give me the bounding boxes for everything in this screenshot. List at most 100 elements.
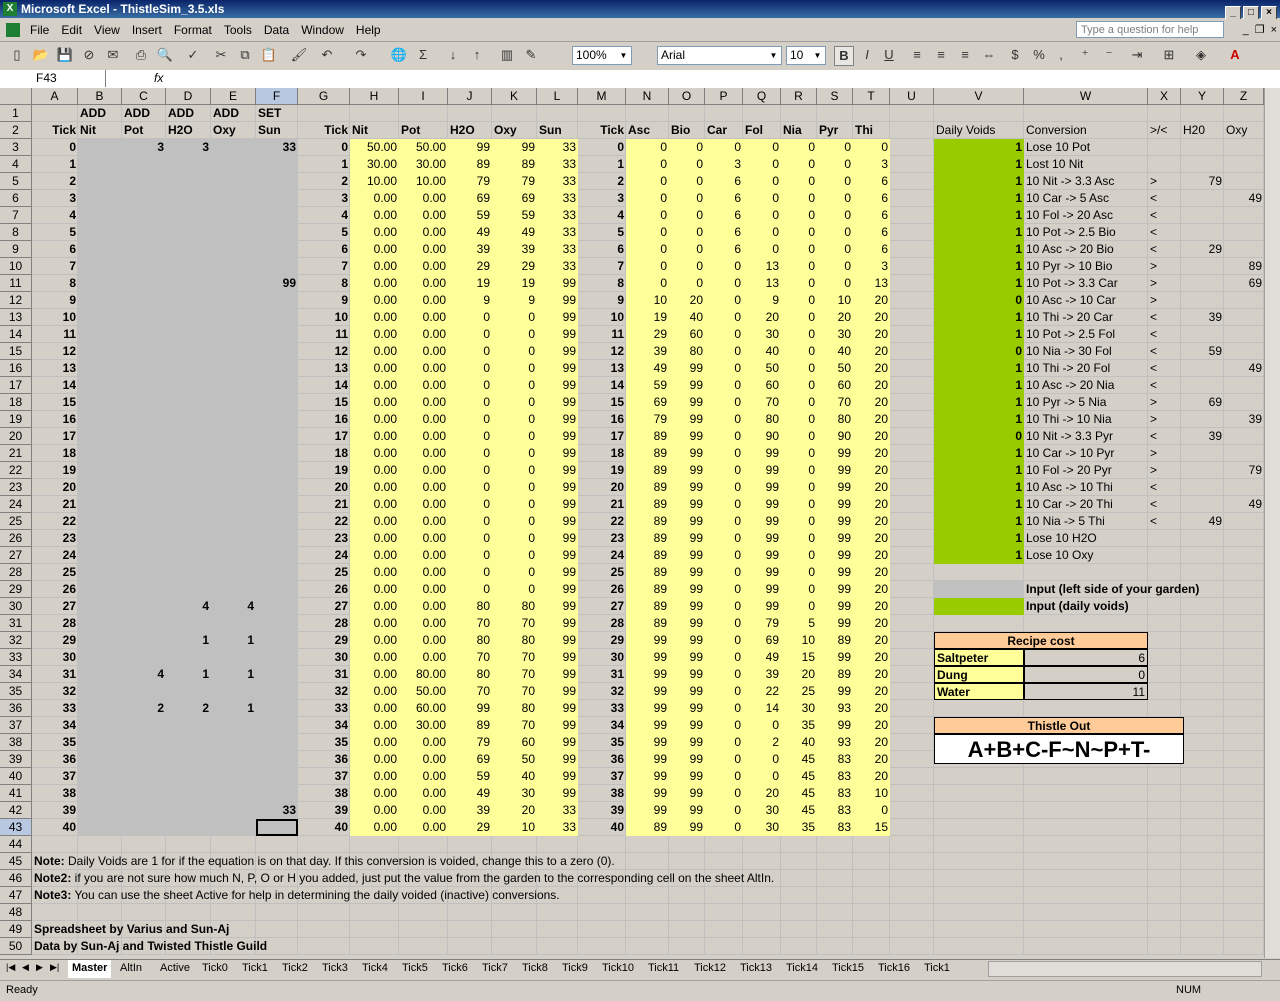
tick-cell[interactable]: 34	[298, 717, 350, 734]
tick-cell[interactable]: 36	[578, 751, 626, 768]
calc-cell[interactable]: 99	[817, 581, 853, 598]
sheet-tab-tick12[interactable]: Tick12	[690, 960, 730, 976]
calc-cell[interactable]: 20	[853, 717, 890, 734]
calc-cell[interactable]: 0	[705, 275, 743, 292]
calc-cell[interactable]: 0	[705, 139, 743, 156]
calc-cell[interactable]: 0	[743, 751, 781, 768]
column-header-b[interactable]: B	[78, 88, 122, 105]
input-cell[interactable]	[256, 649, 298, 666]
calc-cell[interactable]: 0.00	[399, 377, 448, 394]
calc-cell[interactable]: 80.00	[399, 666, 448, 683]
calc-cell[interactable]: 0	[781, 241, 817, 258]
tick-cell[interactable]: 18	[32, 445, 78, 462]
calc-cell[interactable]: 0	[492, 411, 537, 428]
tick-cell[interactable]: 4	[32, 207, 78, 224]
tick-cell[interactable]: 37	[32, 768, 78, 785]
tick-cell[interactable]: 30	[32, 649, 78, 666]
calc-cell[interactable]: 0.00	[350, 326, 399, 343]
save-icon[interactable]: 💾	[56, 46, 74, 64]
calc-cell[interactable]: 5	[781, 615, 817, 632]
input-cell[interactable]: 33	[256, 139, 298, 156]
row-header[interactable]: 23	[0, 479, 32, 496]
input-cell[interactable]	[166, 343, 211, 360]
input-cell[interactable]	[166, 258, 211, 275]
input-cell[interactable]	[256, 530, 298, 547]
compare-cell[interactable]: <	[1148, 377, 1181, 394]
tick-cell[interactable]: 19	[32, 462, 78, 479]
calc-cell[interactable]: 20	[853, 632, 890, 649]
calc-cell[interactable]: 0.00	[350, 445, 399, 462]
calc-cell[interactable]: 0.00	[350, 819, 399, 836]
tick-cell[interactable]: 10	[32, 309, 78, 326]
input-cell[interactable]	[122, 496, 166, 513]
tick-cell[interactable]: 22	[32, 513, 78, 530]
calc-cell[interactable]: 0	[705, 343, 743, 360]
compare-cell[interactable]: >	[1148, 394, 1181, 411]
tick-cell[interactable]: 6	[578, 241, 626, 258]
row-header[interactable]: 3	[0, 139, 32, 156]
align-right-icon[interactable]: ≡	[956, 46, 974, 64]
input-cell[interactable]	[78, 394, 122, 411]
calc-cell[interactable]: 0	[492, 462, 537, 479]
calc-cell[interactable]: 0	[705, 632, 743, 649]
input-cell[interactable]	[122, 717, 166, 734]
calc-cell[interactable]: 80	[492, 700, 537, 717]
row-header[interactable]: 33	[0, 649, 32, 666]
calc-cell[interactable]: 6	[853, 173, 890, 190]
calc-cell[interactable]: 50.00	[399, 683, 448, 700]
calc-cell[interactable]: 20	[781, 666, 817, 683]
calc-cell[interactable]: 99	[669, 496, 705, 513]
calc-cell[interactable]: 0	[448, 360, 492, 377]
calc-cell[interactable]: 0	[781, 156, 817, 173]
calc-cell[interactable]: 30.00	[399, 717, 448, 734]
calc-cell[interactable]: 0.00	[399, 785, 448, 802]
conversion-cell[interactable]: 10 Nia -> 5 Thi	[1024, 513, 1148, 530]
row-header[interactable]: 41	[0, 785, 32, 802]
calc-cell[interactable]: 6	[853, 224, 890, 241]
currency-button[interactable]: $	[1006, 46, 1024, 64]
input-cell[interactable]	[78, 717, 122, 734]
input-cell[interactable]	[256, 632, 298, 649]
calc-cell[interactable]: 20	[853, 615, 890, 632]
row-header[interactable]: 39	[0, 751, 32, 768]
input-cell[interactable]	[211, 241, 256, 258]
calc-cell[interactable]: 99	[626, 632, 669, 649]
tick-cell[interactable]: 27	[32, 598, 78, 615]
calc-cell[interactable]: 70	[492, 717, 537, 734]
calc-cell[interactable]: 99	[743, 445, 781, 462]
input-cell[interactable]	[78, 581, 122, 598]
input-cell[interactable]	[166, 615, 211, 632]
sheet-tab-tick8[interactable]: Tick8	[518, 960, 552, 976]
calc-cell[interactable]: 99	[537, 343, 578, 360]
h2o-threshold-cell[interactable]: 59	[1181, 343, 1224, 360]
calc-cell[interactable]: 80	[743, 411, 781, 428]
input-cell[interactable]	[211, 309, 256, 326]
input-cell[interactable]: 1	[211, 700, 256, 717]
next-sheet-icon[interactable]: ▶	[36, 962, 43, 973]
calc-cell[interactable]: 0	[705, 598, 743, 615]
compare-cell[interactable]: <	[1148, 190, 1181, 207]
input-cell[interactable]: 4	[122, 666, 166, 683]
tick-cell[interactable]: 40	[298, 819, 350, 836]
calc-cell[interactable]: 0	[705, 496, 743, 513]
daily-void-cell[interactable]: 1	[934, 224, 1024, 241]
tick-cell[interactable]: 32	[298, 683, 350, 700]
column-header-o[interactable]: O	[669, 88, 705, 105]
conversion-cell[interactable]: 10 Asc -> 10 Car	[1024, 292, 1148, 309]
tick-cell[interactable]: 28	[298, 615, 350, 632]
calc-cell[interactable]: 99	[537, 598, 578, 615]
calc-cell[interactable]: 20	[853, 326, 890, 343]
conversion-cell[interactable]: 10 Pot -> 2.5 Fol	[1024, 326, 1148, 343]
calc-cell[interactable]: 99	[537, 479, 578, 496]
column-header-f[interactable]: F	[256, 88, 298, 105]
calc-cell[interactable]: 0	[743, 241, 781, 258]
tick-cell[interactable]: 22	[578, 513, 626, 530]
conversion-cell[interactable]: Lose 10 Pot	[1024, 139, 1148, 156]
input-cell[interactable]	[78, 785, 122, 802]
calc-cell[interactable]: 93	[817, 700, 853, 717]
calc-cell[interactable]: 20	[853, 394, 890, 411]
menu-window[interactable]: Window	[295, 19, 350, 41]
tick-cell[interactable]: 38	[578, 785, 626, 802]
tick-cell[interactable]: 0	[298, 139, 350, 156]
column-header-k[interactable]: K	[492, 88, 537, 105]
